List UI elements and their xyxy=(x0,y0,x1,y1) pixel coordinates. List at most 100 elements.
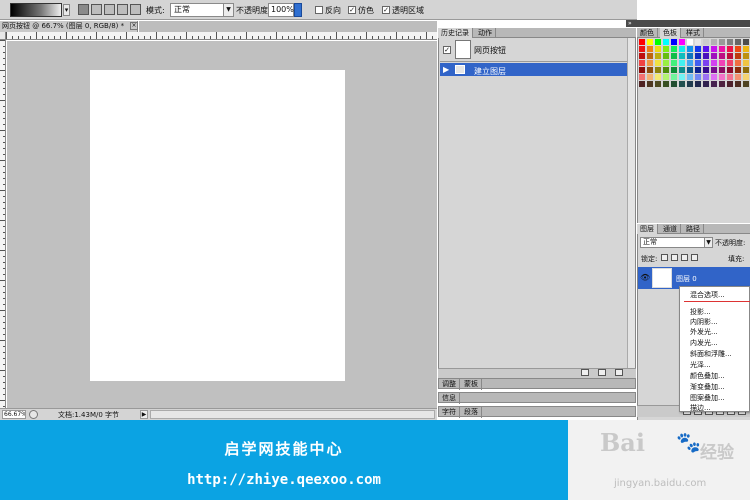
color-swatch[interactable] xyxy=(703,60,710,67)
color-swatch[interactable] xyxy=(679,39,686,46)
color-swatch[interactable] xyxy=(679,53,686,60)
tab-color[interactable]: 颜色 xyxy=(637,28,658,38)
lock-position-icon[interactable] xyxy=(681,254,688,261)
color-swatch[interactable] xyxy=(663,60,670,67)
color-swatch[interactable] xyxy=(663,74,670,81)
color-swatch[interactable] xyxy=(647,53,654,60)
eye-icon[interactable]: 👁 xyxy=(640,273,650,282)
tab-character[interactable]: 字符 xyxy=(439,407,460,418)
dither-checkbox[interactable]: ✓ xyxy=(348,6,356,14)
color-swatch[interactable] xyxy=(735,46,742,53)
color-swatch[interactable] xyxy=(639,46,646,53)
lock-transparent-icon[interactable] xyxy=(661,254,668,261)
history-scrollbar[interactable] xyxy=(627,38,635,368)
color-swatch[interactable] xyxy=(671,67,678,74)
vertical-ruler[interactable] xyxy=(0,40,6,408)
dock-collapse-bar[interactable] xyxy=(626,20,750,27)
menu-item-drop-shadow[interactable]: 投影... xyxy=(690,307,711,317)
color-swatch[interactable] xyxy=(727,39,734,46)
color-swatch[interactable] xyxy=(695,53,702,60)
color-swatch[interactable] xyxy=(743,39,750,46)
menu-item-bevel-emboss[interactable]: 斜面和浮雕... xyxy=(690,349,732,359)
color-swatch[interactable] xyxy=(671,39,678,46)
color-swatch[interactable] xyxy=(711,39,718,46)
color-swatch[interactable] xyxy=(727,53,734,60)
color-swatch[interactable] xyxy=(727,74,734,81)
color-swatch[interactable] xyxy=(711,67,718,74)
color-swatch[interactable] xyxy=(719,53,726,60)
color-swatch[interactable] xyxy=(671,53,678,60)
tab-paths[interactable]: 路径 xyxy=(683,224,704,234)
tab-channels[interactable]: 通道 xyxy=(660,224,681,234)
color-swatch[interactable] xyxy=(687,74,694,81)
tab-paragraph[interactable]: 段落 xyxy=(461,407,482,418)
color-swatch[interactable] xyxy=(679,60,686,67)
tab-swatches[interactable]: 色板 xyxy=(660,28,681,38)
color-swatch[interactable] xyxy=(647,46,654,53)
zoom-value[interactable]: 66.67% xyxy=(2,410,26,419)
opacity-input[interactable]: 100% xyxy=(268,3,294,17)
menu-item-satin[interactable]: 光泽... xyxy=(690,360,711,370)
color-swatch[interactable] xyxy=(663,39,670,46)
color-swatch[interactable] xyxy=(639,74,646,81)
color-swatch[interactable] xyxy=(671,81,678,88)
tab-actions[interactable]: 动作 xyxy=(475,28,496,38)
color-swatch[interactable] xyxy=(647,74,654,81)
tab-history[interactable]: 历史记录 xyxy=(438,28,473,38)
color-swatch[interactable] xyxy=(743,74,750,81)
color-swatch[interactable] xyxy=(679,81,686,88)
color-swatch[interactable] xyxy=(687,53,694,60)
swatch-grid[interactable] xyxy=(639,39,750,89)
menu-item-stroke[interactable]: 描边... xyxy=(690,403,711,413)
color-swatch[interactable] xyxy=(687,39,694,46)
menu-item-color-overlay[interactable]: 颜色叠加... xyxy=(690,371,725,381)
color-swatch[interactable] xyxy=(647,81,654,88)
color-swatch[interactable] xyxy=(711,46,718,53)
color-swatch[interactable] xyxy=(655,39,662,46)
color-swatch[interactable] xyxy=(743,46,750,53)
color-swatch[interactable] xyxy=(687,81,694,88)
color-swatch[interactable] xyxy=(719,60,726,67)
color-swatch[interactable] xyxy=(703,67,710,74)
color-swatch[interactable] xyxy=(711,53,718,60)
color-swatch[interactable] xyxy=(687,46,694,53)
color-swatch[interactable] xyxy=(703,53,710,60)
document-canvas[interactable] xyxy=(90,70,345,381)
color-swatch[interactable] xyxy=(655,74,662,81)
color-swatch[interactable] xyxy=(703,39,710,46)
color-swatch[interactable] xyxy=(703,46,710,53)
status-menu-arrow[interactable]: ▶ xyxy=(140,410,148,419)
color-swatch[interactable] xyxy=(639,81,646,88)
color-swatch[interactable] xyxy=(695,46,702,53)
color-swatch[interactable] xyxy=(735,74,742,81)
color-swatch[interactable] xyxy=(743,67,750,74)
color-swatch[interactable] xyxy=(647,67,654,74)
menu-item-blending-options[interactable]: 混合选项... xyxy=(690,290,725,300)
color-swatch[interactable] xyxy=(711,81,718,88)
color-swatch[interactable] xyxy=(679,74,686,81)
color-swatch[interactable] xyxy=(727,81,734,88)
color-swatch[interactable] xyxy=(743,60,750,67)
lock-image-icon[interactable] xyxy=(671,254,678,261)
color-swatch[interactable] xyxy=(719,46,726,53)
color-swatch[interactable] xyxy=(735,67,742,74)
color-swatch[interactable] xyxy=(727,60,734,67)
color-swatch[interactable] xyxy=(735,81,742,88)
transparency-checkbox[interactable]: ✓ xyxy=(382,6,390,14)
color-swatch[interactable] xyxy=(743,81,750,88)
menu-item-outer-glow[interactable]: 外发光... xyxy=(690,327,718,337)
color-swatch[interactable] xyxy=(703,81,710,88)
color-swatch[interactable] xyxy=(639,60,646,67)
color-swatch[interactable] xyxy=(727,46,734,53)
color-swatch[interactable] xyxy=(663,81,670,88)
color-swatch[interactable] xyxy=(719,81,726,88)
new-document-icon[interactable] xyxy=(581,369,589,376)
color-swatch[interactable] xyxy=(647,60,654,67)
menu-item-pattern-overlay[interactable]: 图案叠加... xyxy=(690,393,725,403)
color-swatch[interactable] xyxy=(679,67,686,74)
tab-info[interactable]: 信息 xyxy=(439,393,460,404)
color-swatch[interactable] xyxy=(639,39,646,46)
color-swatch[interactable] xyxy=(719,39,726,46)
color-swatch[interactable] xyxy=(639,67,646,74)
color-swatch[interactable] xyxy=(703,74,710,81)
